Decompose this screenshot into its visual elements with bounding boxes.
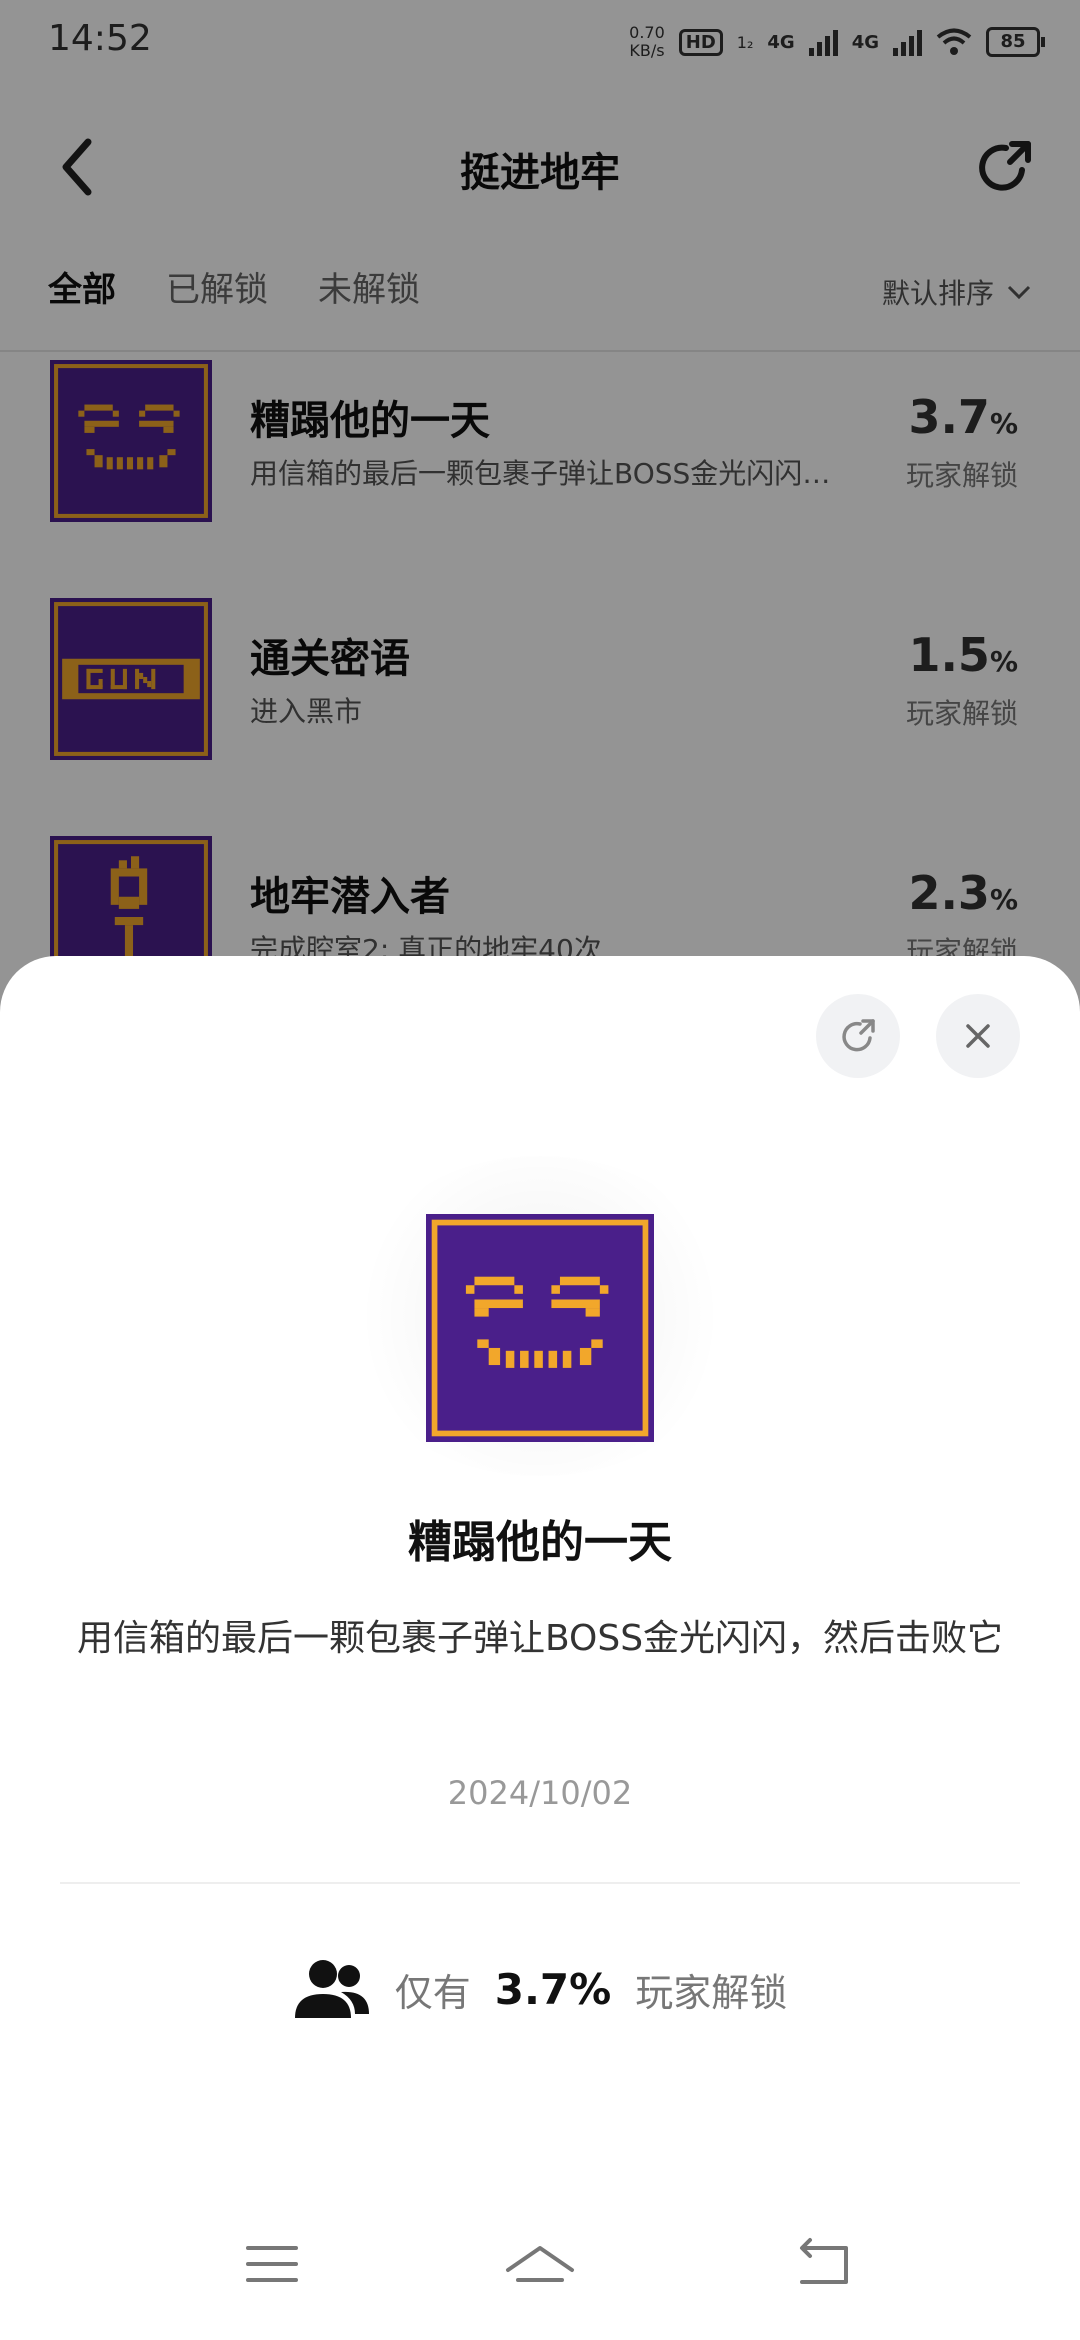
users-icon bbox=[294, 1960, 369, 2018]
achievement-detail-sheet: 糟蹋他的一天 用信箱的最后一颗包裹子弹让BOSS金光闪闪，然后击败它 2024/… bbox=[0, 956, 1080, 2340]
divider bbox=[60, 1882, 1020, 1884]
home-icon[interactable] bbox=[480, 2214, 600, 2314]
detail-description: 用信箱的最后一颗包裹子弹让BOSS金光闪闪，然后击败它 bbox=[76, 1618, 1004, 1659]
detail-title: 糟蹋他的一天 bbox=[408, 1517, 672, 1568]
sheet-share-button[interactable] bbox=[816, 994, 900, 1078]
sheet-close-button[interactable] bbox=[936, 994, 1020, 1078]
stat-suffix: 玩家解锁 bbox=[635, 1970, 788, 2015]
share-icon bbox=[816, 994, 900, 1078]
unlock-stat: 仅有 3.7% 玩家解锁 bbox=[0, 1956, 1080, 2022]
unlock-date: 2024/10/02 bbox=[447, 1774, 633, 1812]
stat-value: 3.7% bbox=[494, 1964, 612, 2014]
menu-icon[interactable] bbox=[212, 2214, 332, 2314]
stat-prefix: 仅有 bbox=[394, 1970, 471, 2015]
grin-face-icon bbox=[426, 1214, 654, 1442]
back-icon[interactable] bbox=[762, 2214, 882, 2314]
close-icon bbox=[936, 994, 1020, 1078]
